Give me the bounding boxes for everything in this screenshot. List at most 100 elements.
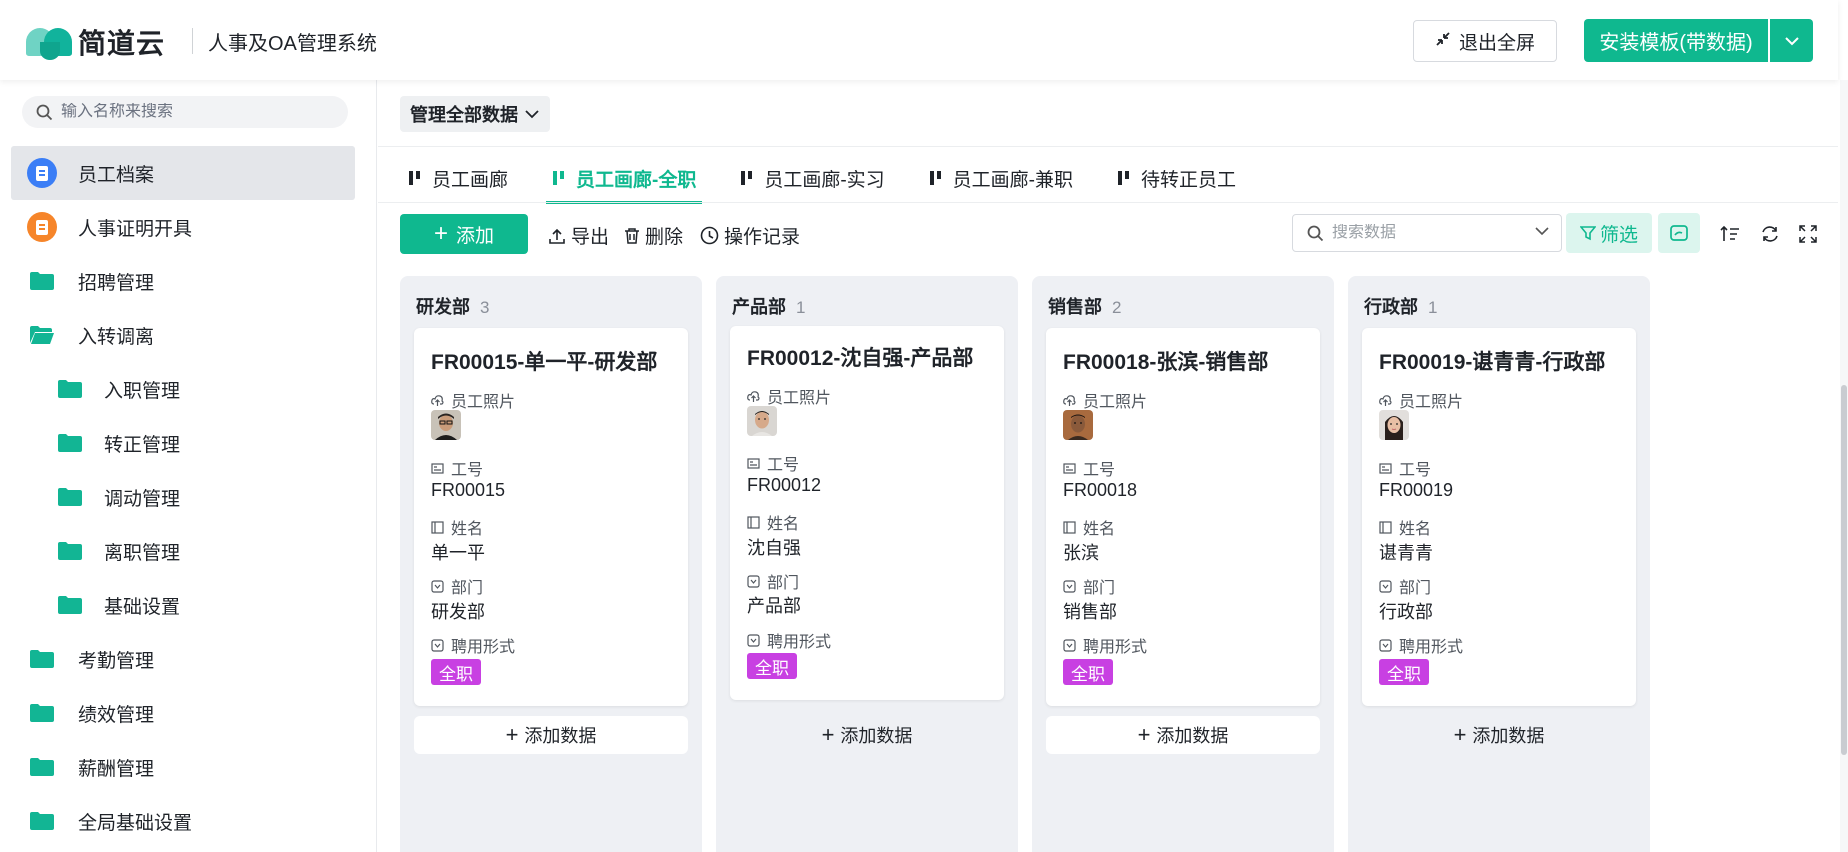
employee-name: 沈自强 <box>747 538 801 558</box>
data-search-input[interactable] <box>1332 224 1522 242</box>
scrollbar-thumb[interactable] <box>1841 385 1847 755</box>
exit-fullscreen-label: 退出全屏 <box>1458 32 1535 54</box>
logo-text: 简道云 <box>78 28 166 59</box>
tab-label: 员工画廊-全职 <box>576 169 697 191</box>
sidebar-item-label: 离职管理 <box>104 542 181 564</box>
sidebar-item-label: 入职管理 <box>104 380 181 402</box>
data-scope-dropdown[interactable]: 管理全部数据 <box>400 96 550 132</box>
sidebar-item-label: 薪酬管理 <box>78 758 155 780</box>
sidebar-item-recruitment[interactable]: 招聘管理 <box>11 254 355 308</box>
card-style-button[interactable] <box>1658 213 1700 253</box>
sidebar-search[interactable] <box>22 96 348 128</box>
chevron-down-icon <box>1784 36 1799 45</box>
employee-photo[interactable] <box>1379 410 1409 440</box>
exit-fullscreen-button[interactable]: 退出全屏 <box>1413 20 1557 62</box>
filter-button[interactable]: 筛选 <box>1566 213 1652 253</box>
sort-button[interactable] <box>1718 222 1742 246</box>
sidebar-item-performance[interactable]: 绩效管理 <box>11 686 355 740</box>
add-data-button[interactable]: + 添加数据 <box>1362 716 1636 754</box>
field-label-text: 工号 <box>1083 462 1116 479</box>
field-label-text: 姓名 <box>1083 521 1116 538</box>
delete-label: 删除 <box>645 227 684 248</box>
sidebar-item-resignation[interactable]: 离职管理 <box>11 524 355 578</box>
upload-cloud-icon <box>431 394 444 406</box>
add-data-label: 添加数据 <box>1472 726 1545 746</box>
tab-gallery[interactable]: 员工画廊 <box>402 160 514 196</box>
clock-icon <box>700 226 719 245</box>
folder-icon <box>54 373 86 405</box>
delete-button[interactable]: 删除 <box>624 222 683 249</box>
text-field-icon <box>1063 520 1076 534</box>
field-label-dept: 部门 <box>1063 574 1115 598</box>
export-button[interactable]: 导出 <box>548 222 609 249</box>
column-count: 3 <box>480 298 490 317</box>
expand-icon <box>1799 225 1817 243</box>
employee-name: 单一平 <box>431 543 485 563</box>
add-button[interactable]: + 添加 <box>400 214 528 254</box>
top-header: 简道云 人事及OA管理系统 退出全屏 安装模板(带数据) <box>0 0 1838 80</box>
employee-photo[interactable] <box>747 406 777 436</box>
sidebar-item-employee-records[interactable]: 员工档案 <box>11 146 355 200</box>
refresh-button[interactable] <box>1758 222 1782 246</box>
field-label-text: 部门 <box>1399 580 1432 597</box>
add-data-button[interactable]: + 添加数据 <box>1046 716 1320 754</box>
sidebar-item-label: 人事证明开具 <box>78 218 193 240</box>
employee-photo[interactable] <box>431 410 461 440</box>
employee-card[interactable]: FR00019-谌青青-行政部 员工照片 工号 FR00019 姓名 谌青青 部… <box>1362 328 1636 706</box>
column-header: 研发部 3 <box>416 293 489 319</box>
employee-dept: 行政部 <box>1379 602 1433 622</box>
page-scrollbar[interactable] <box>1840 80 1848 852</box>
employee-id: FR00015 <box>431 480 506 500</box>
sidebar-item-onboarding[interactable]: 入职管理 <box>11 362 355 416</box>
add-data-button[interactable]: + 添加数据 <box>730 716 1004 754</box>
install-dropdown-button[interactable] <box>1770 19 1813 62</box>
data-search[interactable] <box>1292 214 1562 252</box>
document-icon <box>27 212 57 242</box>
tab-gallery-parttime[interactable]: 员工画廊-兼职 <box>923 160 1079 196</box>
folder-icon <box>26 751 58 783</box>
sidebar-item-transfer[interactable]: 调动管理 <box>11 470 355 524</box>
app-logo[interactable]: 简道云 <box>26 22 165 62</box>
history-label: 操作记录 <box>724 227 801 248</box>
sidebar-item-onboarding-group[interactable]: 入转调离 <box>11 308 355 362</box>
card-title: FR00012-沈自强-产品部 <box>747 347 974 370</box>
install-template-button[interactable]: 安装模板(带数据) <box>1584 19 1768 62</box>
field-label-text: 聘用形式 <box>767 634 832 651</box>
tab-gallery-intern[interactable]: 员工画廊-实习 <box>734 160 890 196</box>
sidebar-item-label: 招聘管理 <box>78 272 155 294</box>
employee-card[interactable]: FR00015-单一平-研发部 员工照片 工号 FR00015 姓名 单一平 部… <box>414 328 688 706</box>
document-icon <box>27 158 57 188</box>
field-label-text: 部门 <box>767 575 800 592</box>
employee-card[interactable]: FR00012-沈自强-产品部 员工照片 工号 FR00012 姓名 沈自强 部… <box>730 326 1004 700</box>
history-button[interactable]: 操作记录 <box>700 222 800 249</box>
header-divider <box>192 28 193 54</box>
collapse-icon <box>1435 31 1451 52</box>
plus-icon: + <box>1453 722 1467 747</box>
sidebar-item-hr-certificate[interactable]: 人事证明开具 <box>11 200 355 254</box>
field-label-id: 工号 <box>1063 456 1115 480</box>
tab-gallery-fulltime[interactable]: 员工画廊-全职 <box>546 160 703 204</box>
employment-type-tag: 全职 <box>747 653 797 679</box>
employee-photo[interactable] <box>1063 410 1093 440</box>
tab-pending-regularization[interactable]: 待转正员工 <box>1111 160 1242 196</box>
sidebar-item-attendance[interactable]: 考勤管理 <box>11 632 355 686</box>
employee-card[interactable]: FR00018-张滨-销售部 员工照片 工号 FR00018 姓名 张滨 部门 … <box>1046 328 1320 706</box>
sidebar-item-basic-settings[interactable]: 基础设置 <box>11 578 355 632</box>
add-data-label: 添加数据 <box>524 726 597 746</box>
tab-label: 员工画廊 <box>432 169 509 191</box>
add-data-button[interactable]: + 添加数据 <box>414 716 688 754</box>
field-label-name: 姓名 <box>747 510 799 534</box>
fullscreen-button[interactable] <box>1796 222 1820 246</box>
sidebar-item-label: 员工档案 <box>78 164 155 186</box>
plus-icon: + <box>821 722 835 747</box>
field-label-text: 聘用形式 <box>1083 639 1148 656</box>
tab-label: 员工画廊-兼职 <box>952 169 1073 191</box>
folder-icon <box>54 535 86 567</box>
sidebar-item-payroll[interactable]: 薪酬管理 <box>11 740 355 794</box>
sidebar-item-regularization[interactable]: 转正管理 <box>11 416 355 470</box>
add-button-label: 添加 <box>456 225 495 247</box>
sidebar-search-input[interactable] <box>61 103 321 121</box>
kanban-icon <box>1118 171 1129 185</box>
sidebar-item-global-settings[interactable]: 全局基础设置 <box>11 794 355 848</box>
column-title: 产品部 <box>732 297 786 317</box>
